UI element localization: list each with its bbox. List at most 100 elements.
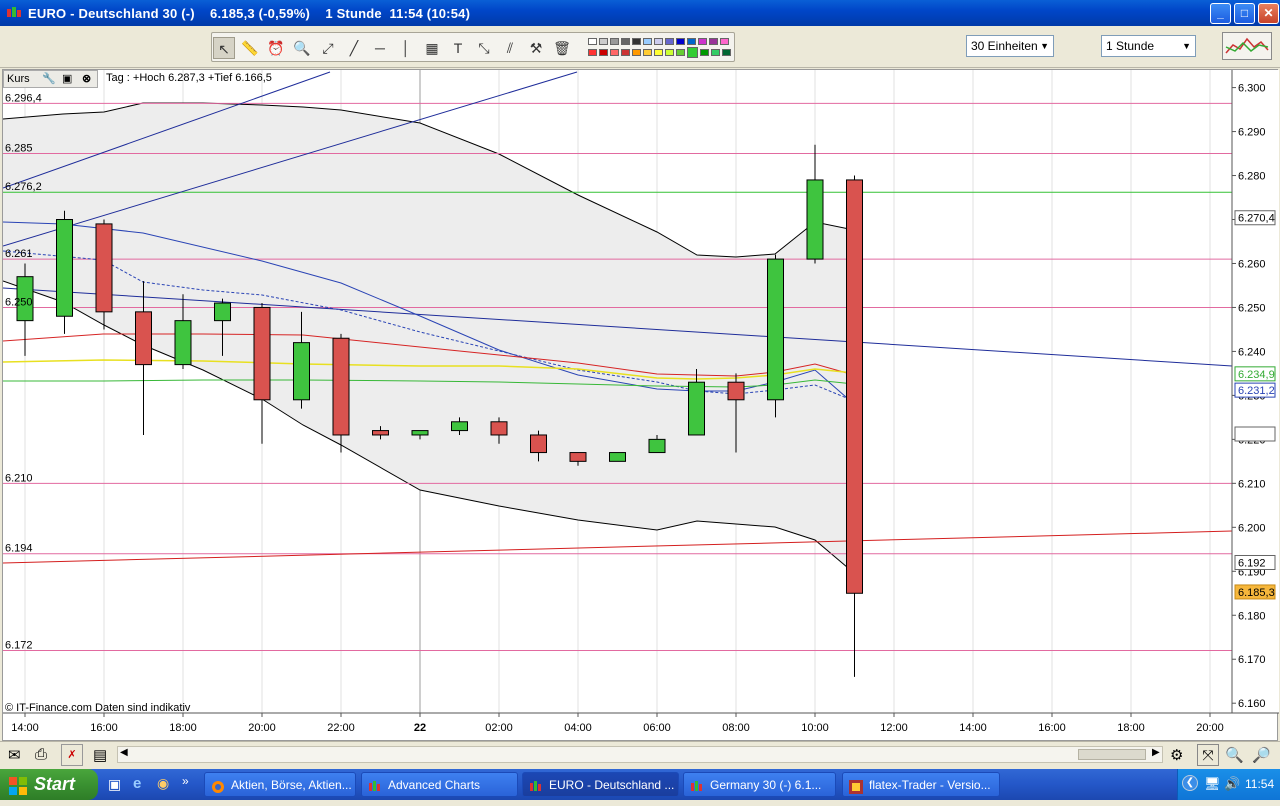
y-tick-label: 6.240 bbox=[1238, 346, 1266, 358]
tray-expand-icon[interactable]: ❮ bbox=[1182, 775, 1198, 791]
volume-icon[interactable]: 🔊 bbox=[1224, 776, 1240, 792]
tools-icon[interactable]: ⚒ bbox=[525, 37, 547, 59]
start-button[interactable]: Start bbox=[0, 769, 98, 800]
candle-body bbox=[332, 337, 350, 436]
line-icon[interactable]: ╱ bbox=[343, 37, 365, 59]
wrench-icon[interactable]: 🔧 bbox=[42, 71, 56, 87]
period-select-value: 1 Stunde bbox=[1106, 39, 1155, 53]
zoom-in-icon[interactable]: 🔎 bbox=[1252, 746, 1271, 764]
candlestick-app-icon bbox=[529, 778, 543, 792]
y-tick-label: 6.210 bbox=[1238, 478, 1266, 490]
maximize-button[interactable]: □ bbox=[1234, 3, 1255, 24]
price-badge-label: 6.192 bbox=[1238, 557, 1266, 569]
level-label: 6.172 bbox=[5, 639, 33, 651]
candle-body bbox=[411, 430, 429, 436]
horizontal-scrollbar[interactable]: ◀ ▶ bbox=[117, 746, 1163, 763]
task-label: Aktien, Börse, Aktien... bbox=[231, 778, 352, 792]
level-label: 6.261 bbox=[5, 248, 33, 260]
candle-body bbox=[253, 306, 271, 401]
candle-body bbox=[135, 311, 152, 366]
fan-icon[interactable]: ⫽ bbox=[499, 37, 521, 59]
level-label: 6.296,4 bbox=[5, 92, 42, 104]
scroll-left-icon[interactable]: ◀ bbox=[120, 747, 128, 758]
candlestick-app-icon bbox=[6, 5, 22, 21]
minimize-button[interactable]: _ bbox=[1210, 3, 1231, 24]
color-palette[interactable] bbox=[588, 36, 733, 60]
price-badge-label: 6.234,9 bbox=[1238, 369, 1275, 381]
task-label: EURO - Deutschland ... bbox=[549, 778, 675, 792]
x-tick-label: 14:00 bbox=[959, 722, 987, 734]
chart-panel-header: Kurs 🔧 ▣ ⊗ bbox=[3, 70, 98, 88]
alarm-icon[interactable]: ⏰ bbox=[265, 37, 287, 59]
candle bbox=[806, 144, 824, 264]
start-label: Start bbox=[34, 774, 76, 794]
zoom-out-icon[interactable]: 🔍 bbox=[1225, 746, 1244, 764]
arrows-icon[interactable]: ⤡ bbox=[473, 37, 495, 59]
units-select[interactable]: 30 Einheiten ▼ bbox=[966, 35, 1054, 57]
units-select-value: 30 Einheiten bbox=[971, 39, 1038, 53]
task-advanced-charts[interactable]: Advanced Charts bbox=[361, 772, 518, 797]
task-label: Advanced Charts bbox=[388, 778, 481, 792]
delete-drawings-icon[interactable]: ✗ bbox=[61, 744, 83, 766]
horizontal-line-icon[interactable]: ─ bbox=[369, 37, 391, 59]
y-tick-label: 6.290 bbox=[1238, 127, 1266, 139]
candlestick-app-icon bbox=[690, 778, 704, 792]
level-label: 6.250 bbox=[5, 296, 33, 308]
clock[interactable]: 11:54 bbox=[1245, 777, 1274, 791]
task-germany-30[interactable]: Germany 30 (-) 6.1... bbox=[683, 772, 836, 797]
y-tick-label: 6.300 bbox=[1238, 83, 1266, 95]
candlestick-app-icon bbox=[368, 778, 382, 792]
task-flatex-trader[interactable]: flatex-Trader - Versio... bbox=[842, 772, 1000, 797]
x-tick-label: 16:00 bbox=[1038, 722, 1066, 734]
candle bbox=[609, 452, 626, 462]
trash-icon[interactable]: 🗑 bbox=[551, 37, 573, 59]
y-tick-label: 6.170 bbox=[1238, 654, 1266, 666]
mail-icon[interactable]: ✉ bbox=[8, 746, 21, 764]
candle-body bbox=[688, 381, 705, 436]
task-aktien[interactable]: Aktien, Börse, Aktien... bbox=[204, 772, 356, 797]
y-tick-label: 6.180 bbox=[1238, 610, 1266, 622]
vertical-line-icon[interactable]: │ bbox=[395, 37, 417, 59]
x-tick-label: 18:00 bbox=[169, 722, 197, 734]
candle-body bbox=[530, 434, 547, 454]
price-chart[interactable]: 6.3006.2906.2806.2706.2606.2506.2406.230… bbox=[2, 69, 1279, 742]
candle-body bbox=[569, 452, 587, 462]
notes-icon[interactable]: ▤ bbox=[93, 746, 107, 764]
zoom-fit-icon[interactable]: ⤧ bbox=[1197, 744, 1219, 766]
trendline-icon[interactable]: ⤢ bbox=[317, 37, 339, 59]
candle bbox=[767, 254, 784, 418]
candle-body bbox=[293, 342, 310, 401]
pointer-icon[interactable]: ↖ bbox=[213, 37, 235, 59]
close-panel-icon[interactable]: ⊗ bbox=[82, 71, 91, 87]
candle-body bbox=[214, 302, 231, 322]
y-tick-label: 6.250 bbox=[1238, 302, 1266, 314]
scroll-thumb[interactable] bbox=[1078, 749, 1146, 760]
window-icon[interactable]: ▣ bbox=[62, 71, 72, 87]
close-button[interactable]: ✕ bbox=[1258, 3, 1279, 24]
zoom-icon[interactable]: 🔍 bbox=[291, 37, 313, 59]
network-icon[interactable]: 🖥 bbox=[1204, 776, 1221, 792]
firefox-icon[interactable]: ◉ bbox=[157, 775, 169, 792]
drawing-tools-group: ↖ 📏 ⏰ 🔍 ⤢ ╱ ─ │ ▦ T ⤡ ⫽ ⚒ 🗑 bbox=[211, 32, 735, 62]
chart-canvas[interactable]: 6.3006.2906.2806.2706.2606.2506.2406.230… bbox=[3, 70, 1279, 742]
x-tick-label: 06:00 bbox=[643, 722, 671, 734]
task-euro-deutschland[interactable]: EURO - Deutschland ... bbox=[522, 772, 679, 797]
candle-body bbox=[846, 179, 863, 594]
print-icon[interactable]: ⎙ bbox=[35, 746, 47, 763]
candle-body bbox=[767, 258, 784, 401]
windows-taskbar: Start ▣ e ◉ » Aktien, Börse, Aktien... A… bbox=[0, 769, 1280, 800]
chart-settings-icon[interactable]: ⚙ bbox=[1170, 746, 1183, 764]
chart-type-icon[interactable] bbox=[1222, 32, 1272, 60]
show-desktop-icon[interactable]: ▣ bbox=[108, 776, 121, 793]
x-tick-label: 18:00 bbox=[1117, 722, 1145, 734]
x-tick-label: 12:00 bbox=[880, 722, 908, 734]
scroll-right-icon[interactable]: ▶ bbox=[1152, 747, 1160, 758]
ruler-icon[interactable]: 📏 bbox=[239, 37, 261, 59]
quicklaunch-more-icon[interactable]: » bbox=[182, 774, 189, 788]
internet-explorer-icon[interactable]: e bbox=[133, 775, 141, 792]
period-select[interactable]: 1 Stunde ▼ bbox=[1101, 35, 1196, 57]
level-label: 6.210 bbox=[5, 472, 33, 484]
text-tool-icon[interactable]: T bbox=[447, 37, 469, 59]
channel-icon[interactable]: ▦ bbox=[421, 37, 443, 59]
x-tick-label: 20:00 bbox=[248, 722, 276, 734]
